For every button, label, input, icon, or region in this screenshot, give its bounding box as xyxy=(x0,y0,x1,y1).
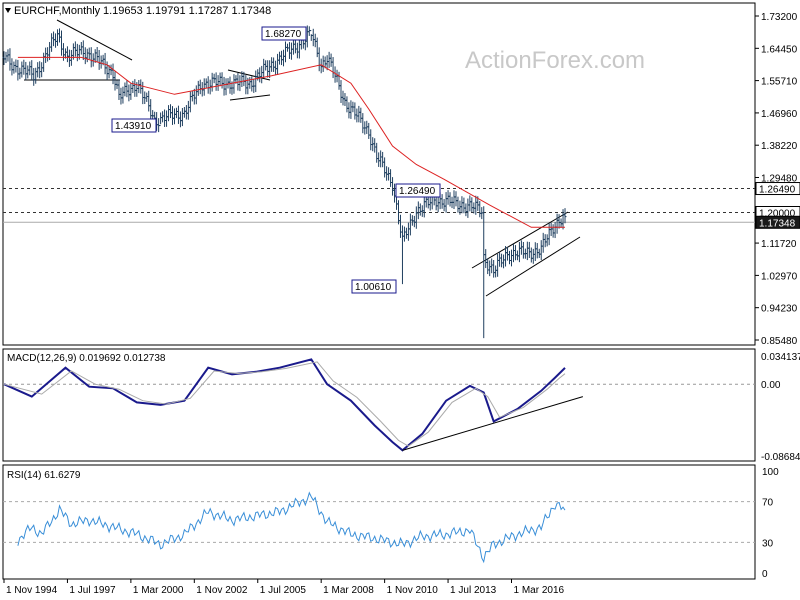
macd-title: MACD(12,26,9) 0.019692 0.012738 xyxy=(7,353,166,364)
price-annotation-label: 1.26490 xyxy=(399,186,436,197)
time-tick-label: 1 Jul 2013 xyxy=(450,585,497,596)
macd-tick-label: -0.086849 xyxy=(761,452,800,463)
price-tick-label: 1.38220 xyxy=(761,141,798,152)
price-tick-label: 1.11720 xyxy=(761,239,797,250)
macd-tick-label: 0.034137 xyxy=(761,352,800,363)
time-axis: 1 Nov 1994 1 Jul 1997 1 Mar 2000 1 Nov 2002… xyxy=(3,579,565,596)
time-tick-label: 1 Jul 1997 xyxy=(69,585,116,596)
time-tick-label: 1 Nov 2002 xyxy=(196,585,248,596)
rsi-tick-label: 70 xyxy=(762,498,774,509)
price-annotation-label: 1.00610 xyxy=(355,282,392,293)
rsi-title: RSI(14) 61.6279 xyxy=(7,470,81,481)
rsi-tick-label: 0 xyxy=(762,569,768,580)
price-annotation-label: 1.43910 xyxy=(115,121,152,132)
watermark: ActionForex.com xyxy=(465,47,645,74)
time-tick-label: 1 Jul 2005 xyxy=(260,585,307,596)
macd-panel-frame xyxy=(2,348,756,462)
time-tick-label: 1 Nov 2010 xyxy=(387,585,439,596)
price-annotation-label: 1.68270 xyxy=(265,29,302,40)
price-axis: 1.732001.644501.557101.469601.382201.294… xyxy=(755,12,798,347)
price-tick-label: 1.73200 xyxy=(761,12,798,23)
price-tick-label: 0.85480 xyxy=(761,336,798,347)
rsi-tick-label: 100 xyxy=(762,467,779,478)
chart-symbol-label: EURCHF,Monthly xyxy=(14,5,101,17)
price-tick-label: 1.64450 xyxy=(761,44,798,55)
level-price-label: 1.26490 xyxy=(759,185,796,196)
time-tick-label: 1 Nov 1994 xyxy=(6,585,58,596)
macd-tick-label: 0.00 xyxy=(761,380,781,391)
time-tick-label: 1 Mar 2000 xyxy=(133,585,184,596)
rsi-tick-label: 30 xyxy=(762,538,774,549)
time-tick-label: 1 Mar 2008 xyxy=(323,585,374,596)
price-tick-label: 0.94230 xyxy=(761,304,798,315)
level-price-label: 1.17348 xyxy=(759,218,796,229)
price-tick-label: 1.46960 xyxy=(761,109,798,120)
price-tick-label: 1.02970 xyxy=(761,271,798,282)
rsi-panel-frame xyxy=(2,464,756,580)
eurchf-monthly-chart: ActionForex.com EURCHF,Monthly 1.19653 1… xyxy=(2,2,800,596)
chart-ohlc-values: 1.19653 1.19791 1.17287 1.17348 xyxy=(103,5,271,17)
time-tick-label: 1 Mar 2016 xyxy=(513,585,564,596)
price-tick-label: 1.55710 xyxy=(761,77,798,88)
